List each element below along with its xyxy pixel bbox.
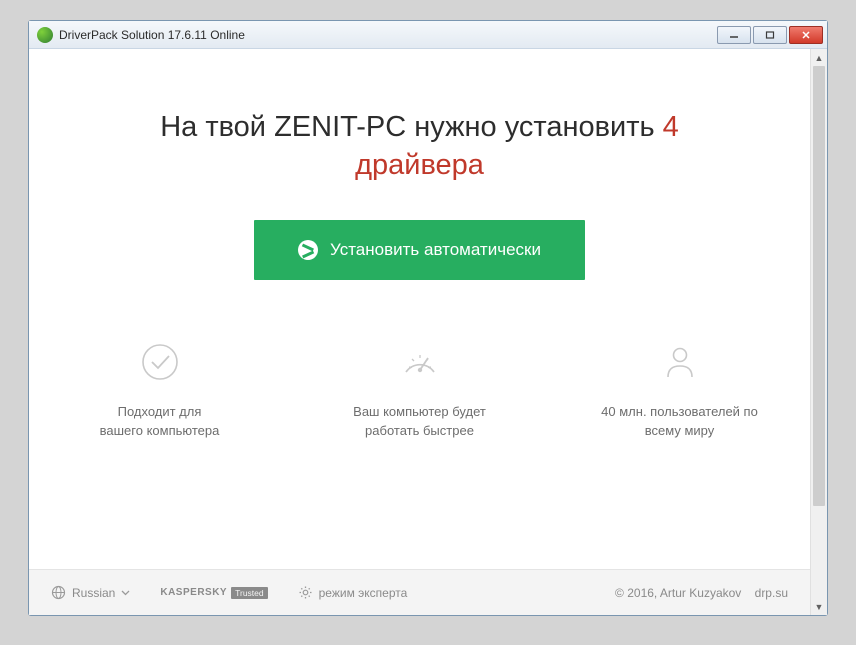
features-row: Подходит для вашего компьютера Ваш компь… [29,342,810,441]
content-area: На твой ZENIT-PC нужно установить 4 драй… [29,49,827,615]
feature-users: 40 млн. пользователей по всему миру [590,342,770,441]
expert-mode-label: режим эксперта [319,586,408,600]
close-icon [801,31,811,39]
gauge-icon [400,342,440,387]
language-selector[interactable]: Russian [51,585,130,600]
vertical-scrollbar[interactable]: ▲ ▼ [810,49,827,615]
minimize-button[interactable] [717,26,751,44]
feature-text: 40 млн. пользователей по всему миру [601,403,758,441]
language-label: Russian [72,586,115,600]
scroll-down-button[interactable]: ▼ [811,598,827,615]
kaspersky-brand: KASPERSKY [160,587,227,598]
install-button-label: Установить автоматически [330,240,541,260]
chevron-down-icon [121,590,130,596]
site-link[interactable]: drp.su [755,586,788,600]
app-window: DriverPack Solution 17.6.11 Online На тв… [28,20,828,616]
check-circle-icon [140,342,180,387]
feature-compatible: Подходит для вашего компьютера [70,342,250,441]
install-auto-button[interactable]: Установить автоматически [254,220,585,280]
scrollbar-thumb[interactable] [813,66,825,506]
gear-icon [298,585,313,600]
headline-pcname: ZENIT-PC [274,111,406,143]
titlebar: DriverPack Solution 17.6.11 Online [29,21,827,49]
minimize-icon [729,31,739,39]
trusted-badge: Trusted [231,587,268,599]
headline-middle: нужно установить [406,111,662,143]
app-icon [37,27,53,43]
feature-faster: Ваш компьютер будет работать быстрее [330,342,510,441]
maximize-button[interactable] [753,26,787,44]
footer-bar: Russian KASPERSKY Trusted режим эксперта… [29,569,810,615]
headline-drivers: драйвера [355,149,484,181]
headline-count: 4 [663,111,679,143]
copyright: © 2016, Artur Kuzyakov drp.su [615,586,788,600]
feature-text: Ваш компьютер будет работать быстрее [353,403,486,441]
close-button[interactable] [789,26,823,44]
feature-text: Подходит для вашего компьютера [100,403,220,441]
user-icon [660,342,700,387]
maximize-icon [765,31,775,39]
headline: На твой ZENIT-PC нужно установить 4 драй… [160,109,679,184]
headline-prefix: На твой [160,111,274,143]
driverpack-logo-icon [298,240,318,260]
main-panel: На твой ZENIT-PC нужно установить 4 драй… [29,49,810,569]
scroll-up-button[interactable]: ▲ [811,49,827,66]
globe-icon [51,585,66,600]
expert-mode-button[interactable]: режим эксперта [298,585,408,600]
window-title: DriverPack Solution 17.6.11 Online [59,28,717,42]
kaspersky-badge: KASPERSKY Trusted [160,587,267,599]
window-controls [717,26,823,44]
